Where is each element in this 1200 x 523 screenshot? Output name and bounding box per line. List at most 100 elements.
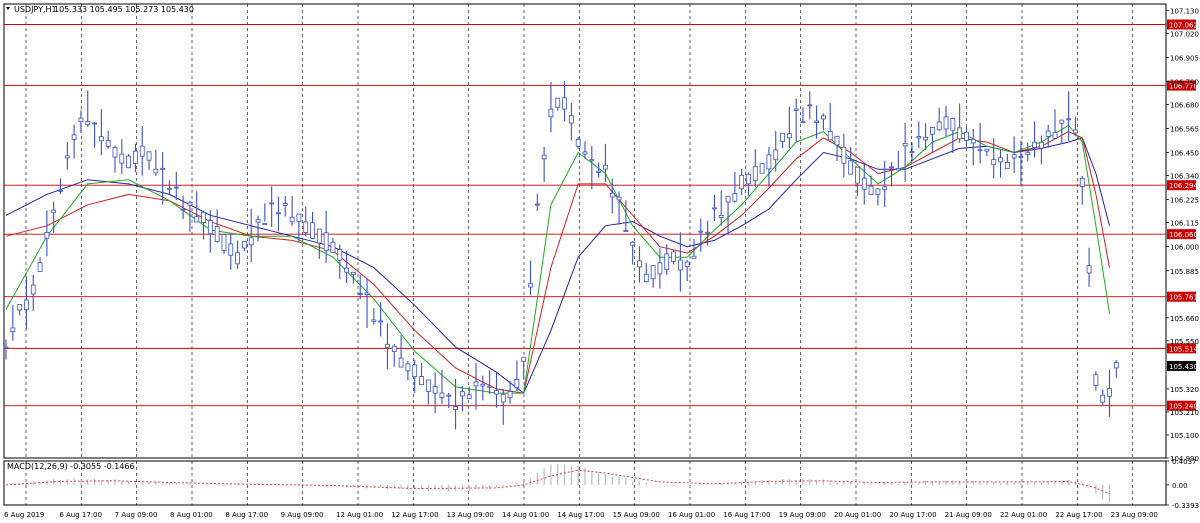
time-tick-label: 16 Aug 17:00 xyxy=(723,511,770,519)
candle-body xyxy=(289,216,295,223)
price-tick-label: 106.565 xyxy=(1170,125,1199,133)
candle-body xyxy=(977,149,983,152)
candle-body xyxy=(425,379,431,393)
candle-body xyxy=(92,122,97,125)
price-tick-label: 106.790 xyxy=(1170,78,1199,86)
price-tick-label: 106.225 xyxy=(1170,197,1199,205)
candle-body xyxy=(555,97,561,108)
price-series xyxy=(3,81,1119,430)
candle-body xyxy=(316,228,322,244)
candle-body xyxy=(112,146,118,158)
current-price-label: 105.430 xyxy=(1169,363,1198,371)
candle-body xyxy=(834,135,840,146)
price-chart[interactable]: 107.062106.770106.294106.060105.761105.5… xyxy=(0,0,1200,523)
candle-body xyxy=(214,226,220,242)
candle-body xyxy=(793,108,799,111)
candle-body xyxy=(609,192,615,198)
time-tick-label: 13 Aug 09:00 xyxy=(447,511,494,519)
ohlc-header: 105.333 105.495 105.273 105.430 xyxy=(54,5,194,14)
candle-body xyxy=(405,363,411,372)
candle-body xyxy=(848,160,854,175)
candle-body xyxy=(446,394,452,397)
price-tick-label: 105.320 xyxy=(1170,386,1199,394)
ma-mid-line xyxy=(5,131,1110,394)
candle-body xyxy=(814,120,819,123)
candle-body xyxy=(1052,132,1058,139)
candle-body xyxy=(800,121,806,124)
candle-body xyxy=(85,121,91,126)
price-tick-label: 106.000 xyxy=(1170,244,1199,252)
time-tick-label: 8 Aug 01:00 xyxy=(170,511,213,519)
price-tick-label: 106.450 xyxy=(1170,150,1199,158)
candle-body xyxy=(950,118,956,131)
candle-body xyxy=(173,186,179,189)
candle-body xyxy=(1038,141,1044,149)
price-tick-label: 105.660 xyxy=(1170,315,1199,323)
candle-body xyxy=(575,139,581,147)
candle-body xyxy=(827,130,833,141)
candle-body xyxy=(412,364,418,378)
candle-body xyxy=(37,262,43,272)
candle-body xyxy=(1093,374,1099,386)
time-tick-label: 15 Aug 09:00 xyxy=(613,511,660,519)
price-level-label: 105.514 xyxy=(1169,345,1198,353)
candle-body xyxy=(698,230,704,233)
candle-body xyxy=(303,221,309,233)
candle-body xyxy=(269,202,275,205)
price-tick-label: 107.130 xyxy=(1170,7,1199,15)
candle-body xyxy=(494,390,499,395)
candle-body xyxy=(1086,265,1092,274)
candle-body xyxy=(480,383,486,387)
candle-body xyxy=(807,104,813,107)
time-tick-label: 23 Aug 09:00 xyxy=(1111,511,1158,519)
candle-body xyxy=(548,108,554,118)
time-tick-label: 16 Aug 01:00 xyxy=(668,511,715,519)
candle-body xyxy=(133,150,138,164)
candle-body xyxy=(780,132,785,142)
candle-body xyxy=(296,213,302,222)
candle-body xyxy=(923,136,928,141)
candle-body xyxy=(310,222,315,239)
candle-body xyxy=(603,164,608,170)
candle-body xyxy=(1079,177,1085,187)
chart-menu-icon xyxy=(6,7,10,10)
candle-body xyxy=(909,151,915,153)
candle-body xyxy=(58,189,63,192)
candle-body xyxy=(643,273,649,282)
candle-body xyxy=(1004,162,1010,170)
candle-body xyxy=(855,166,860,184)
price-tick-label: 104.990 xyxy=(1170,455,1199,463)
candle-body xyxy=(10,327,16,333)
candle-body xyxy=(1045,130,1051,137)
candle-body xyxy=(44,232,50,239)
candle-body xyxy=(957,127,963,140)
candle-body xyxy=(746,173,751,185)
candle-body xyxy=(167,187,172,190)
candle-body xyxy=(242,241,247,249)
candle-body xyxy=(943,116,949,130)
candle-body xyxy=(630,241,636,246)
candle-body xyxy=(228,243,234,256)
candle-body xyxy=(439,392,445,398)
candle-body xyxy=(391,345,397,352)
candle-body xyxy=(378,320,384,323)
candle-body xyxy=(562,97,567,110)
candle-body xyxy=(1113,362,1119,369)
candle-body xyxy=(507,391,513,399)
candle-body xyxy=(882,186,888,190)
candle-body xyxy=(589,159,595,162)
time-tick-label: 8 Aug 17:00 xyxy=(225,511,268,519)
time-tick-label: 14 Aug 01:00 xyxy=(502,511,549,519)
candle-body xyxy=(473,381,479,387)
ma-fast-line xyxy=(5,124,1110,394)
macd-indicator: 0.40370.00-0.3393 xyxy=(5,458,1199,510)
indicator-tick-label: -0.3393 xyxy=(1172,502,1199,510)
time-tick-label: 6 Aug 17:00 xyxy=(59,511,102,519)
candle-body xyxy=(419,376,424,386)
candle-body xyxy=(895,168,901,171)
candle-body xyxy=(17,304,23,311)
candle-body xyxy=(889,166,894,169)
price-tick-label: 105.885 xyxy=(1170,268,1199,276)
candle-body xyxy=(759,163,765,174)
candle-body xyxy=(773,149,779,161)
